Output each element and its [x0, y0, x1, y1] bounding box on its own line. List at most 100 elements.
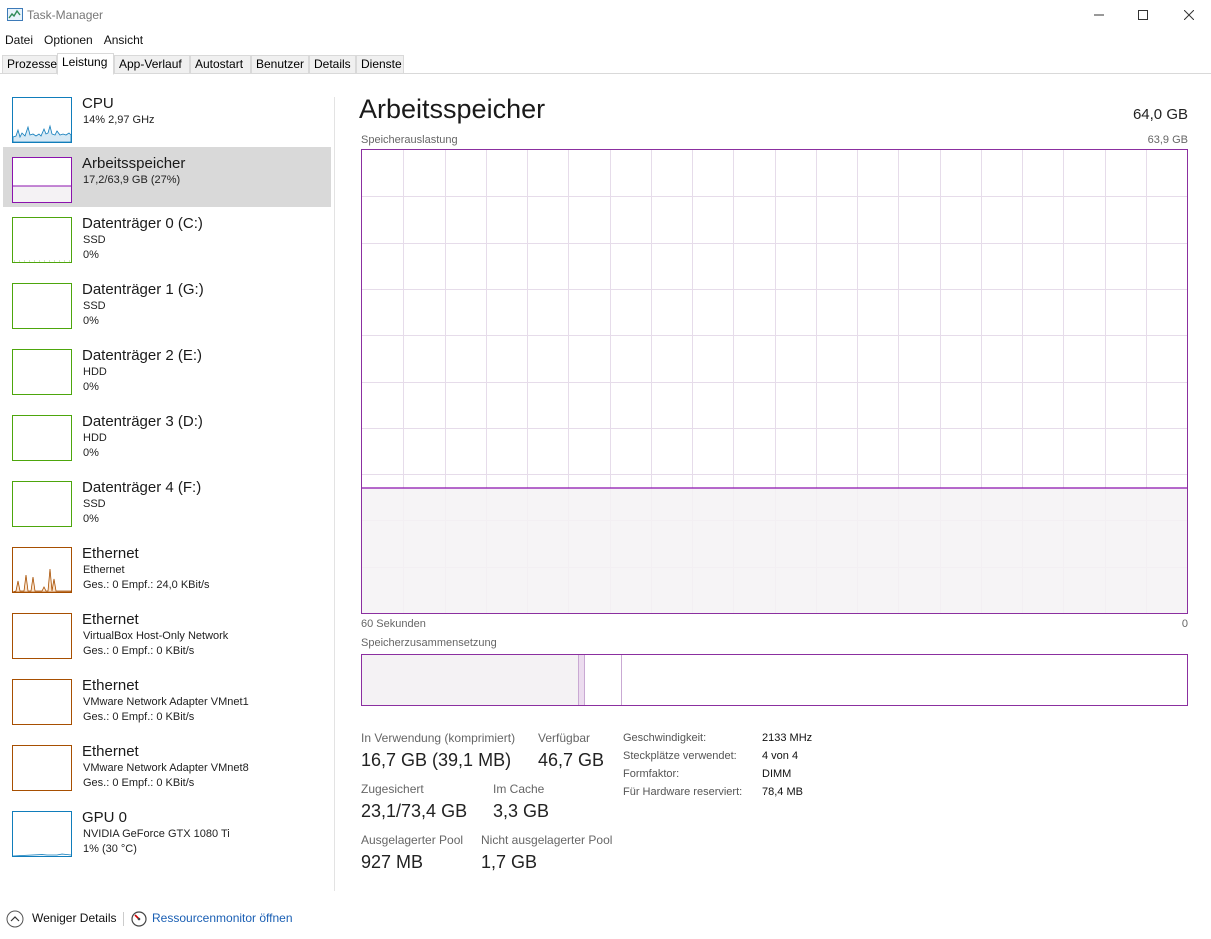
slots-value: 4 von 4	[762, 750, 799, 762]
sidebar-item-detail: 14% 2,97 GHz	[83, 114, 155, 126]
minimize-icon	[1094, 14, 1104, 16]
available-label: Verfügbar	[538, 731, 591, 745]
usage-graph-max: 63,9 GB	[1147, 134, 1188, 146]
form-factor-label: Formfaktor:	[623, 768, 680, 780]
sidebar-item-detail: Ethernet	[83, 564, 125, 576]
sidebar-item-datentraeger-0[interactable]: Datenträger 0 (C:) SSD 0%	[3, 207, 331, 267]
sidebar-item-cpu[interactable]: CPU 14% 2,97 GHz	[3, 87, 331, 147]
memory-thumbnail-graph	[12, 157, 72, 203]
sidebar-item-detail: 17,2/63,9 GB (27%)	[83, 174, 181, 186]
sidebar-item-detail: HDD	[83, 432, 107, 444]
close-button[interactable]	[1166, 0, 1211, 30]
minimize-button[interactable]	[1076, 0, 1122, 30]
task-manager-icon	[7, 8, 23, 22]
close-icon	[1184, 10, 1194, 20]
sidebar-item-detail: SSD	[83, 498, 106, 510]
sidebar-item-value: 0%	[83, 513, 99, 525]
sidebar-item-label: Datenträger 0 (C:)	[82, 215, 203, 232]
memory-composition-bar[interactable]	[361, 654, 1188, 706]
window-title: Task-Manager	[27, 8, 104, 22]
sidebar-item-label: GPU 0	[82, 809, 128, 826]
network-thumbnail-graph	[12, 679, 72, 725]
sidebar-item-arbeitsspeicher[interactable]: Arbeitsspeicher 17,2/63,9 GB (27%)	[3, 147, 331, 207]
footer: Weniger Details Ressourcenmonitor öffnen	[0, 905, 1211, 931]
sidebar-item-label: Ethernet	[82, 677, 139, 694]
tab-app-verlauf[interactable]: App-Verlauf	[114, 55, 190, 74]
menu-item-datei[interactable]: Datei	[0, 31, 39, 49]
sidebar-item-label: Datenträger 2 (E:)	[82, 347, 203, 364]
sidebar-item-value: Ges.: 0 Empf.: 0 KBit/s	[83, 777, 195, 789]
sidebar-item-ethernet-4[interactable]: Ethernet VMware Network Adapter VMnet8 G…	[3, 735, 331, 795]
paged-pool-value: 927 MB	[361, 852, 424, 872]
sidebar-item-datentraeger-4[interactable]: Datenträger 4 (F:) SSD 0%	[3, 471, 331, 531]
panel-divider[interactable]	[334, 97, 335, 891]
committed-value: 23,1/73,4 GB	[361, 801, 468, 821]
sidebar-item-detail: VMware Network Adapter VMnet8	[83, 762, 249, 774]
tab-dienste[interactable]: Dienste	[356, 55, 404, 74]
sidebar-item-gpu-0[interactable]: GPU 0 NVIDIA GeForce GTX 1080 Ti 1% (30 …	[3, 801, 331, 861]
tab-autostart[interactable]: Autostart	[190, 55, 251, 74]
network-thumbnail-graph	[12, 547, 72, 593]
sidebar-item-detail: VMware Network Adapter VMnet1	[83, 696, 249, 708]
sidebar-item-datentraeger-1[interactable]: Datenträger 1 (G:) SSD 0%	[3, 273, 331, 333]
slots-label: Steckplätze verwendet:	[623, 750, 737, 762]
sidebar-item-label: Datenträger 3 (D:)	[82, 413, 203, 430]
sidebar-item-detail: SSD	[83, 234, 106, 246]
sidebar-item-value: 0%	[83, 447, 99, 459]
in-use-label: In Verwendung (komprimiert)	[361, 731, 516, 745]
sidebar-item-label: Ethernet	[82, 611, 139, 628]
disk-thumbnail-graph	[12, 481, 72, 527]
chevron-up-icon[interactable]	[6, 910, 24, 931]
time-axis-end: 0	[1181, 618, 1188, 630]
disk-thumbnail-graph	[12, 349, 72, 395]
memory-total: 64,0 GB	[1132, 106, 1188, 123]
tab-leistung[interactable]: Leistung	[57, 53, 114, 75]
disk-thumbnail-graph	[12, 283, 72, 329]
menu-item-ansicht[interactable]: Ansicht	[99, 31, 149, 49]
sidebar-item-detail: VirtualBox Host-Only Network	[83, 630, 229, 642]
sidebar-item-value: Ges.: 0 Empf.: 24,0 KBit/s	[83, 579, 210, 591]
sidebar-item-value: 0%	[83, 249, 99, 261]
hardware-reserved-label: Für Hardware reserviert:	[623, 786, 743, 798]
tab-details[interactable]: Details	[309, 55, 356, 74]
cpu-thumbnail-graph	[12, 97, 72, 143]
time-axis-label: 60 Sekunden	[361, 618, 426, 630]
tab-prozesse[interactable]: Prozesse	[2, 55, 57, 74]
speed-value: 2133 MHz	[762, 732, 813, 744]
sidebar-item-value: 1% (30 °C)	[83, 843, 137, 855]
sidebar-item-datentraeger-3[interactable]: Datenträger 3 (D:) HDD 0%	[3, 405, 331, 465]
sidebar-item-value: Ges.: 0 Empf.: 0 KBit/s	[83, 711, 195, 723]
form-factor-value: DIMM	[762, 768, 792, 780]
sidebar-item-detail: NVIDIA GeForce GTX 1080 Ti	[83, 828, 230, 840]
usage-graph-label: Speicherauslastung	[361, 134, 458, 146]
sidebar-item-label: Datenträger 4 (F:)	[82, 479, 202, 496]
menu-item-optionen[interactable]: Optionen	[39, 31, 99, 49]
maximize-icon	[1138, 10, 1148, 20]
sidebar-item-datentraeger-2[interactable]: Datenträger 2 (E:) HDD 0%	[3, 339, 331, 399]
in-use-value: 16,7 GB (39,1 MB)	[361, 750, 512, 770]
title-bar: Task-Manager	[0, 0, 1211, 30]
maximize-button[interactable]	[1120, 0, 1166, 30]
sidebar-item-label: Ethernet	[82, 545, 139, 562]
network-thumbnail-graph	[12, 745, 72, 791]
disk-thumbnail-graph	[12, 415, 72, 461]
resource-monitor-icon[interactable]	[131, 911, 147, 930]
menu-bar: Datei Optionen Ansicht	[0, 31, 149, 49]
composition-label: Speicherzusammensetzung	[361, 637, 497, 649]
sidebar-item-ethernet-3[interactable]: Ethernet VMware Network Adapter VMnet1 G…	[3, 669, 331, 729]
open-resource-monitor-link[interactable]: Ressourcenmonitor öffnen	[152, 911, 293, 925]
sidebar-item-detail: SSD	[83, 300, 106, 312]
hardware-reserved-value: 78,4 MB	[762, 786, 803, 798]
nonpaged-pool-value: 1,7 GB	[481, 852, 538, 872]
usage-area	[362, 487, 1187, 613]
committed-label: Zugesichert	[361, 782, 424, 796]
tab-benutzer[interactable]: Benutzer	[251, 55, 309, 74]
sidebar-item-ethernet-1[interactable]: Ethernet Ethernet Ges.: 0 Empf.: 24,0 KB…	[3, 537, 331, 597]
sidebar-item-ethernet-2[interactable]: Ethernet VirtualBox Host-Only Network Ge…	[3, 603, 331, 663]
memory-usage-chart	[362, 150, 1187, 613]
available-value: 46,7 GB	[538, 750, 605, 770]
memory-usage-graph	[361, 149, 1188, 614]
fewer-details-button[interactable]: Weniger Details	[32, 911, 116, 925]
composition-modified	[579, 655, 584, 705]
network-thumbnail-graph	[12, 613, 72, 659]
